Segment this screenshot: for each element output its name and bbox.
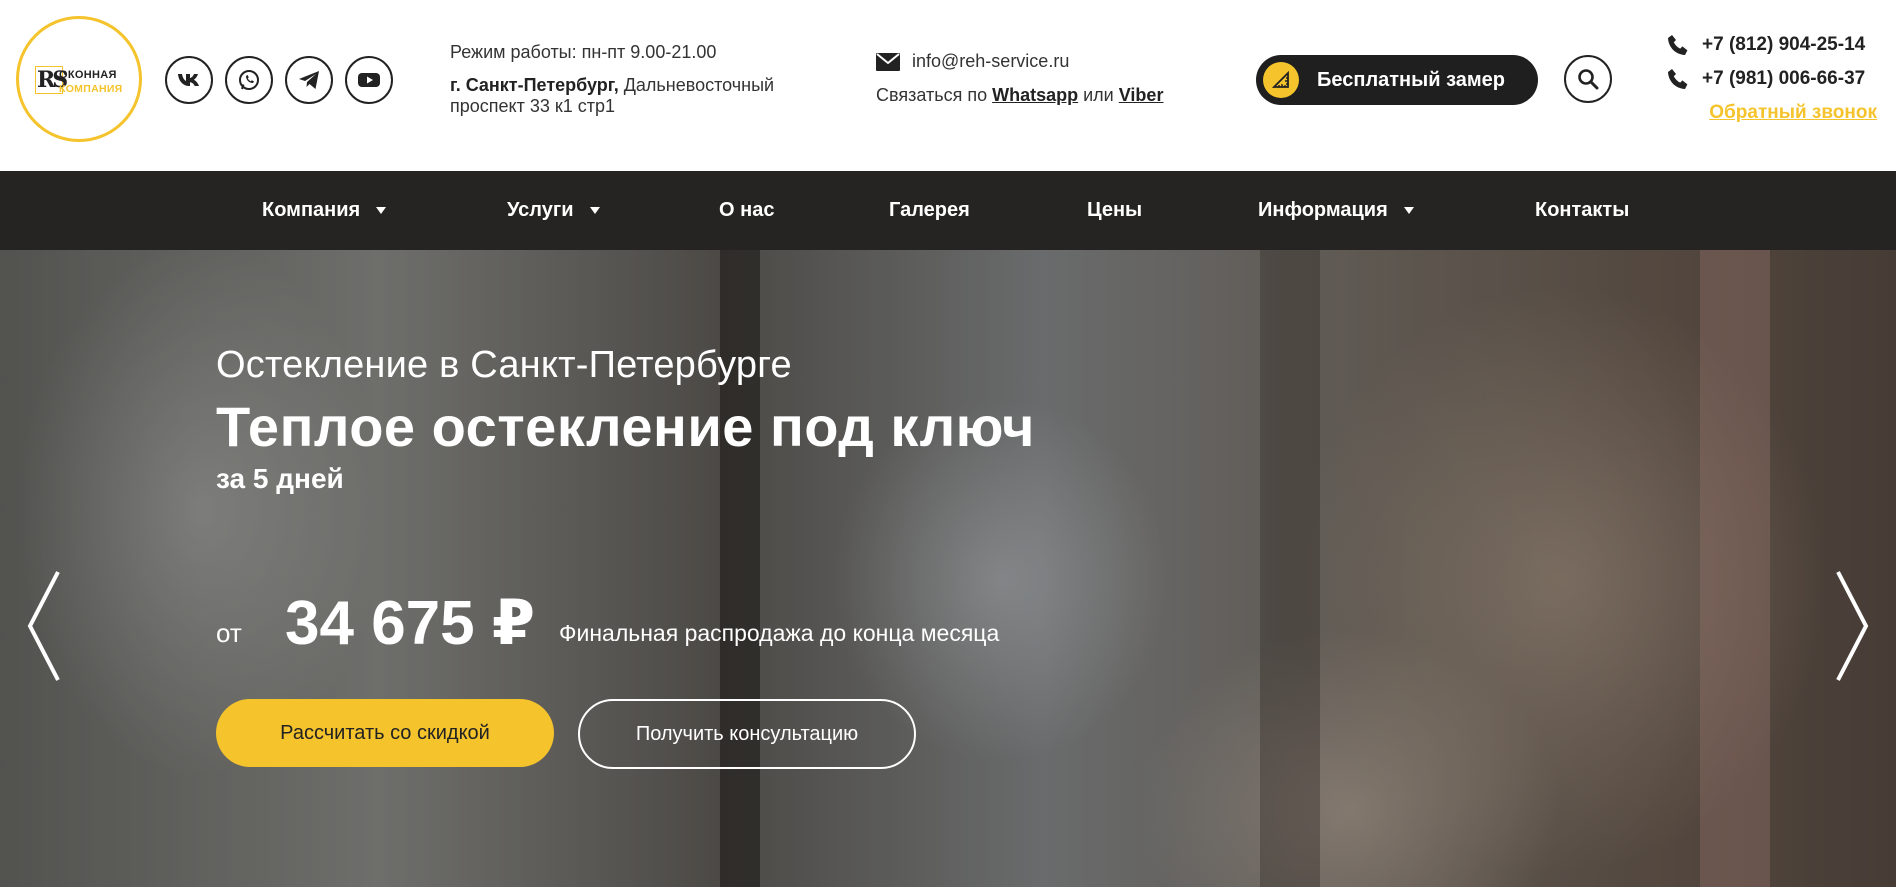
address: г. Санкт-Петербург, Дальневосточный прос… <box>450 75 810 117</box>
price-from: от <box>216 618 242 648</box>
caret-down-icon <box>376 207 387 214</box>
nav-label: Галерея <box>889 199 970 221</box>
site-header: RS ОКОННАЯ КОМПАНИЯ Режим работы: пн-пт … <box>0 0 1896 171</box>
slider-next-arrow[interactable] <box>1832 568 1872 684</box>
chevron-right-icon <box>1836 571 1869 681</box>
nav-label: О нас <box>719 199 775 221</box>
free-measure-button[interactable]: Бесплатный замер <box>1256 55 1538 105</box>
telegram-icon[interactable] <box>285 56 333 104</box>
email-row: info@reh-service.ru <box>876 51 1069 72</box>
contact-prefix: Связаться по <box>876 85 993 105</box>
email-link[interactable]: info@reh-service.ru <box>912 51 1069 72</box>
slider-prev-arrow[interactable] <box>24 568 64 684</box>
hero-title: Теплое остекление под ключ <box>216 395 1035 458</box>
company-logo[interactable]: RS ОКОННАЯ КОМПАНИЯ <box>16 16 142 142</box>
nav-label: Информация <box>1258 199 1388 221</box>
phone-1-number: +7 (812) 904-25-14 <box>1702 34 1866 55</box>
vk-icon[interactable] <box>165 56 213 104</box>
nav-label: Цены <box>1087 199 1143 221</box>
phone-2-number: +7 (981) 006-66-37 <box>1702 68 1866 89</box>
whatsapp-icon[interactable] <box>225 56 273 104</box>
logo-text-line1: ОКОННАЯ <box>59 69 117 81</box>
nav-item-prices[interactable]: Цены <box>1087 171 1142 250</box>
phone-2[interactable]: +7 (981) 006-66-37 <box>1666 67 1865 91</box>
search-icon <box>1578 69 1599 90</box>
whatsapp-link[interactable]: Whatsapp <box>992 85 1078 105</box>
contact-or: или <box>1078 85 1119 105</box>
messenger-contact: Связаться по Whatsapp или Viber <box>876 85 1163 106</box>
main-nav: Компания Услуги О нас Галерея Цены Инфор… <box>0 171 1896 250</box>
nav-item-contacts[interactable]: Контакты <box>1535 171 1629 250</box>
get-consultation-button[interactable]: Получить консультацию <box>578 699 916 769</box>
address-city: г. Санкт-Петербург, <box>450 75 619 95</box>
working-hours: Режим работы: пн-пт 9.00-21.00 <box>450 42 717 62</box>
mail-icon <box>876 52 900 71</box>
logo-text-line2: КОМПАНИЯ <box>59 83 123 95</box>
viber-link[interactable]: Viber <box>1119 85 1164 105</box>
nav-item-about[interactable]: О нас <box>719 171 774 250</box>
nav-item-gallery[interactable]: Галерея <box>889 171 970 250</box>
callback-link[interactable]: Обратный звонок <box>1709 102 1877 124</box>
ruler-icon <box>1263 62 1299 98</box>
search-button[interactable] <box>1564 55 1612 103</box>
phone-icon <box>1668 69 1688 89</box>
nav-label: Компания <box>262 199 361 221</box>
phone-icon <box>1668 35 1688 55</box>
calculate-discount-button[interactable]: Рассчитать со скидкой <box>216 699 554 767</box>
nav-item-services[interactable]: Услуги <box>507 171 600 250</box>
youtube-icon[interactable] <box>345 56 393 104</box>
caret-down-icon <box>1403 207 1414 214</box>
free-measure-label: Бесплатный замер <box>1317 68 1506 91</box>
nav-item-information[interactable]: Информация <box>1258 171 1414 250</box>
sale-text: Финальная распродажа до конца месяца <box>559 620 1000 646</box>
price: 34 675 ₽ <box>285 589 535 658</box>
hero-subtitle: Остекление в Санкт-Петербурге <box>216 344 792 386</box>
nav-label: Контакты <box>1535 199 1630 221</box>
nav-label: Услуги <box>507 199 574 221</box>
hero-days: за 5 дней <box>216 463 344 494</box>
phone-1[interactable]: +7 (812) 904-25-14 <box>1666 33 1865 57</box>
caret-down-icon <box>589 207 600 214</box>
hero-slider: Остекление в Санкт-Петербурге Теплое ост… <box>0 250 1896 887</box>
chevron-left-icon <box>27 571 60 681</box>
nav-item-company[interactable]: Компания <box>262 171 387 250</box>
